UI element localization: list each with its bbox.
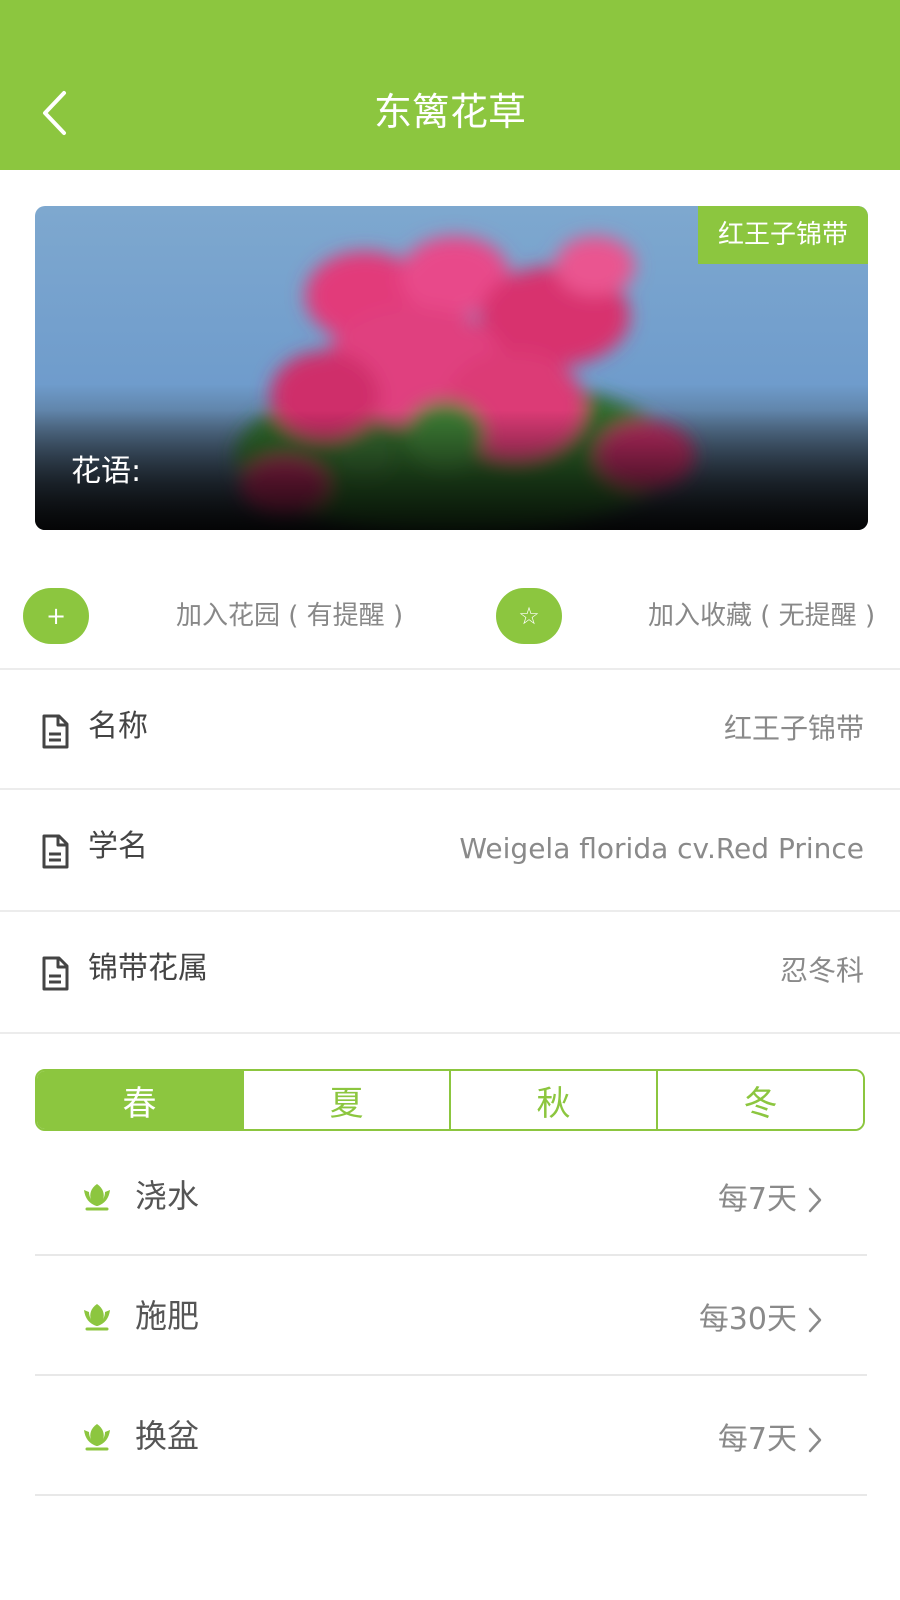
info-label: 锦带花属 (88, 951, 208, 986)
info-value: Weigela florida cv.Red Prince (459, 832, 864, 865)
add-to-favorites-button[interactable]: ☆ (496, 588, 562, 644)
tab-winter[interactable]: 冬 (658, 1071, 863, 1129)
care-row-repotting[interactable]: 换盆 每7天 (35, 1378, 867, 1496)
lotus-icon (84, 1424, 110, 1451)
document-icon (42, 714, 69, 749)
plus-icon: + (45, 602, 67, 630)
info-row-name: 名称 红王子锦带 (0, 670, 900, 790)
action-bar: + 加入花园 ( 有提醒 ) ☆ 加入收藏 ( 无提醒 ) (0, 584, 900, 664)
info-value: 忍冬科 (779, 954, 864, 987)
info-value: 红王子锦带 (723, 712, 864, 745)
tab-autumn[interactable]: 秋 (451, 1071, 658, 1129)
flower-hero-image: 红王子锦带 花语: (35, 206, 868, 530)
tab-spring[interactable]: 春 (37, 1071, 244, 1129)
star-icon: ☆ (518, 602, 540, 630)
chevron-right-icon (808, 1307, 822, 1333)
lotus-icon (84, 1304, 110, 1331)
divider (35, 1494, 867, 1496)
flower-name-tag: 红王子锦带 (697, 206, 868, 264)
info-label: 名称 (88, 709, 148, 744)
care-row-fertilizing[interactable]: 施肥 每30天 (35, 1258, 867, 1376)
chevron-right-icon (808, 1187, 822, 1213)
chevron-right-icon (808, 1427, 822, 1453)
care-label: 浇水 (135, 1177, 200, 1215)
tab-summer[interactable]: 夏 (244, 1071, 451, 1129)
document-icon (42, 956, 69, 991)
document-icon (42, 834, 69, 869)
care-row-watering[interactable]: 浇水 每7天 (35, 1138, 867, 1256)
care-label: 换盆 (135, 1417, 200, 1455)
add-to-favorites-label[interactable]: 加入收藏 ( 无提醒 ) (648, 596, 875, 636)
divider (0, 1032, 900, 1034)
page-title: 东篱花草 (373, 90, 526, 134)
hero-gradient-overlay (35, 410, 868, 530)
info-label: 学名 (88, 829, 148, 864)
lotus-icon (84, 1184, 110, 1211)
care-label: 施肥 (135, 1297, 200, 1335)
divider (35, 1254, 867, 1256)
divider (35, 1374, 867, 1376)
info-row-genus: 锦带花属 忍冬科 (0, 912, 900, 1032)
care-interval: 每30天 (698, 1302, 797, 1337)
info-row-scientific-name: 学名 Weigela florida cv.Red Prince (0, 790, 900, 910)
add-to-garden-button[interactable]: + (23, 588, 89, 644)
add-to-garden-label[interactable]: 加入花园 ( 有提醒 ) (176, 596, 403, 636)
care-interval: 每7天 (717, 1422, 797, 1457)
care-interval: 每7天 (717, 1182, 797, 1217)
flower-language-caption: 花语: (71, 454, 142, 489)
season-tabs: 春 夏 秋 冬 (35, 1069, 865, 1131)
app-header: 东篱花草 (0, 0, 900, 170)
